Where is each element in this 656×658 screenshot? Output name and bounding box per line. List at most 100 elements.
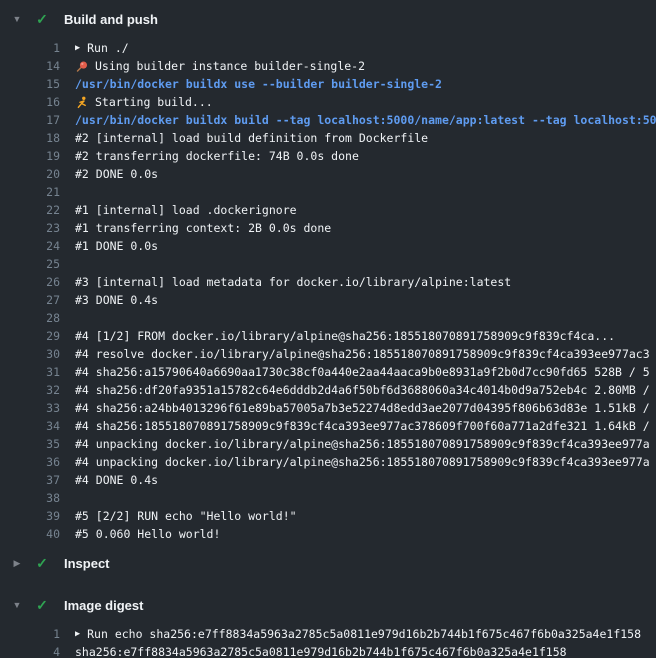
log-text: Run echo sha256:e7ff8834a5963a2785c5a081… [87,625,641,643]
success-check-icon: ✓ [34,598,50,612]
log-line-content: #2 [internal] load build definition from… [60,129,656,147]
log-line-content: #1 transferring context: 2B 0.0s done [60,219,656,237]
run-group-toggle-icon[interactable]: ▶ [75,44,80,53]
section-header-inspect[interactable]: ▶✓Inspect [0,546,656,580]
log-text: Using builder instance builder-single-2 [95,57,365,75]
log-line-content: #4 DONE 0.4s [60,471,656,489]
pushpin-icon [75,60,89,73]
log-line-content: #2 DONE 0.0s [60,165,656,183]
log-line: 29 #4 [1/2] FROM docker.io/library/alpine… [0,327,656,345]
log-line: 35 #4 unpacking docker.io/library/alpine@… [0,435,656,453]
line-number-link[interactable]: 20 [0,165,60,183]
log-line-content: #4 unpacking docker.io/library/alpine@sh… [60,453,656,471]
line-number-link[interactable]: 37 [0,471,60,489]
line-number-link[interactable]: 36 [0,453,60,471]
log-line-content: ▶Run ./ [60,39,656,57]
log-line: 39#5 [2/2] RUN echo "Hello world!" [0,507,656,525]
line-number-link[interactable]: 1 [0,625,60,643]
log-text: #4 DONE 0.4s [75,471,158,489]
log-text: #3 [internal] load metadata for docker.i… [75,273,511,291]
line-number-link[interactable]: 19 [0,147,60,165]
runner-icon [75,96,89,109]
log-line-content: #5 [2/2] RUN echo "Hello world!" [60,507,656,525]
line-number-link[interactable]: 38 [0,489,60,507]
log-line-content: #4 unpacking docker.io/library/alpine@sh… [60,435,656,453]
line-number-link[interactable]: 28 [0,309,60,327]
log-line: 26 #3 [internal] load metadata for docker… [0,273,656,291]
log-line-content: /usr/bin/docker buildx use --builder bui… [60,75,656,93]
log-line-content: #4 sha256:a24bb4013296f61e89ba57005a7b3e… [60,399,656,417]
line-number-link[interactable]: 18 [0,129,60,147]
run-group-toggle-icon[interactable]: ▶ [75,630,80,639]
log-text: #1 DONE 0.0s [75,237,158,255]
line-number-link[interactable]: 25 [0,255,60,273]
log-line-content: #2 transferring dockerfile: 74B 0.0s don… [60,147,656,165]
log-line-content: Using builder instance builder-single-2 [60,57,656,75]
line-number-link[interactable]: 4 [0,643,60,658]
log-line: 31 #4 sha256:a15790640a6690aa1730c38cf0a4… [0,363,656,381]
log-line: 28 [0,309,656,327]
log-line: 1 ▶ Run echo sha256:e7ff8834a5963a2785c5a0… [0,625,656,643]
line-number-link[interactable]: 26 [0,273,60,291]
line-number-link[interactable]: 31 [0,363,60,381]
line-number-link[interactable]: 33 [0,399,60,417]
log-line: 38 [0,489,656,507]
log-line-content: Starting build... [60,93,656,111]
log-line: 21 [0,183,656,201]
section-log-lines: 1 ▶ Run echo sha256:e7ff8834a5963a2785c5a0… [0,622,656,658]
log-line: 37 #4 DONE 0.4s [0,471,656,489]
line-number-link[interactable]: 34 [0,417,60,435]
log-line: 30#4 resolve docker.io/library/alpine@sh… [0,345,656,363]
log-text: #4 [1/2] FROM docker.io/library/alpine@s… [75,327,615,345]
log-text: #2 [internal] load build definition from… [75,129,428,147]
log-line: 25 [0,255,656,273]
line-number-link[interactable]: 14 [0,57,60,75]
log-section: ▼✓Build and push 1▶Run ./14 Using builder … [0,2,656,546]
line-number-link[interactable]: 22 [0,201,60,219]
line-number-link[interactable]: 24 [0,237,60,255]
line-number-link[interactable]: 17 [0,111,60,129]
log-text: sha256:e7ff8834a5963a2785c5a0811e979d16b… [75,643,567,658]
log-line: 40 #5 0.060 Hello world! [0,525,656,543]
line-number-link[interactable]: 21 [0,183,60,201]
log-line: 20#2 DONE 0.0s [0,165,656,183]
log-text: #4 sha256:a24bb4013296f61e89ba57005a7b3e… [75,399,650,417]
log-text: #4 sha256:185518070891758909c9f839cf4ca3… [75,417,650,435]
workflow-log[interactable]: ▼✓Build and push1▶Run ./14Using builder … [0,0,656,658]
section-title: Inspect [64,556,110,571]
log-section: ▼✓Image digest1▶Run echo sha256:e7ff8834… [0,588,656,658]
log-line: 15/usr/bin/docker buildx use --builder b… [0,75,656,93]
log-line-content: #4 sha256:185518070891758909c9f839cf4ca3… [60,417,656,435]
log-line-content: sha256:e7ff8834a5963a2785c5a0811e979d16b… [60,643,656,658]
log-text: #4 sha256:a15790640a6690aa1730c38cf0a440… [75,363,650,381]
log-line: 34 #4 sha256:185518070891758909c9f839cf4c… [0,417,656,435]
log-text: #2 transferring dockerfile: 74B 0.0s don… [75,147,359,165]
log-line: 16Starting build... [0,93,656,111]
line-number-link[interactable]: 27 [0,291,60,309]
line-number-link[interactable]: 15 [0,75,60,93]
line-number-link[interactable]: 1 [0,39,60,57]
log-line-content: ▶ Run echo sha256:e7ff8834a5963a2785c5a08… [60,625,656,643]
line-number-link[interactable]: 35 [0,435,60,453]
line-number-link[interactable]: 16 [0,93,60,111]
section-title: Image digest [64,598,143,613]
section-header-build-and-push[interactable]: ▼✓Build and push [0,2,656,36]
log-line: 23#1 transferring context: 2B 0.0s done [0,219,656,237]
line-number-link[interactable]: 23 [0,219,60,237]
log-text: #4 sha256:df20fa9351a15782c64e6dddb2d4a6… [75,381,650,399]
line-number-link[interactable]: 32 [0,381,60,399]
log-text: #1 [internal] load .dockerignore [75,201,297,219]
log-line: 27#3 DONE 0.4s [0,291,656,309]
line-number-link[interactable]: 39 [0,507,60,525]
log-line-content: #4 sha256:a15790640a6690aa1730c38cf0a440… [60,363,656,381]
section-header-image-digest[interactable]: ▼✓Image digest [0,588,656,622]
line-number-link[interactable]: 40 [0,525,60,543]
line-number-link[interactable]: 30 [0,345,60,363]
log-line: 24 #1 DONE 0.0s [0,237,656,255]
line-number-link[interactable]: 29 [0,327,60,345]
log-text: #4 unpacking docker.io/library/alpine@sh… [75,435,650,453]
log-line: 33 #4 sha256:a24bb4013296f61e89ba57005a7b… [0,399,656,417]
log-line-content: #3 DONE 0.4s [60,291,656,309]
log-text: #5 0.060 Hello world! [75,525,220,543]
log-text: /usr/bin/docker buildx use --builder bui… [75,75,442,93]
